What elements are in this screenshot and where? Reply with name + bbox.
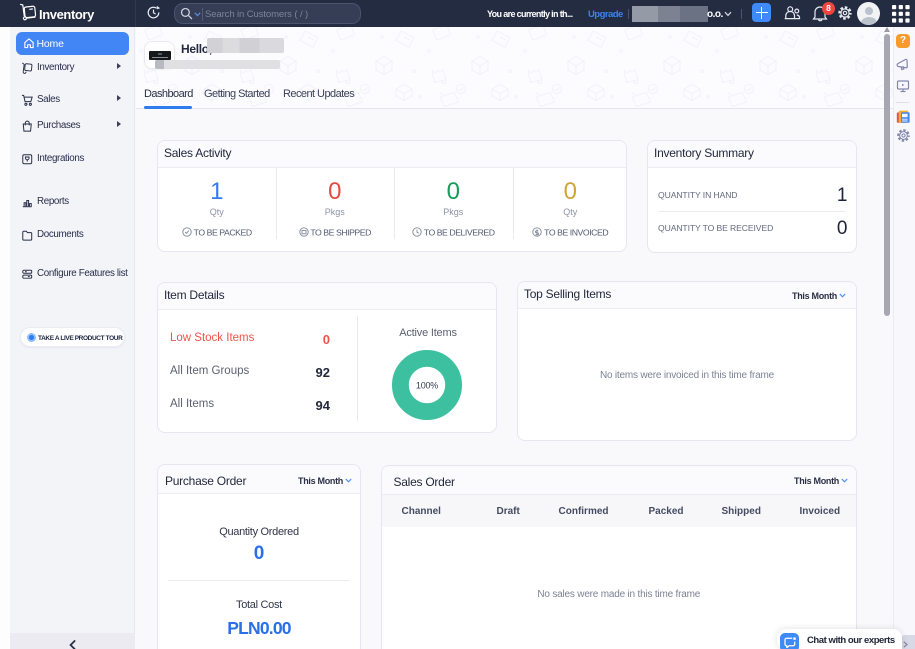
svg-text:100%: 100% (416, 381, 438, 391)
